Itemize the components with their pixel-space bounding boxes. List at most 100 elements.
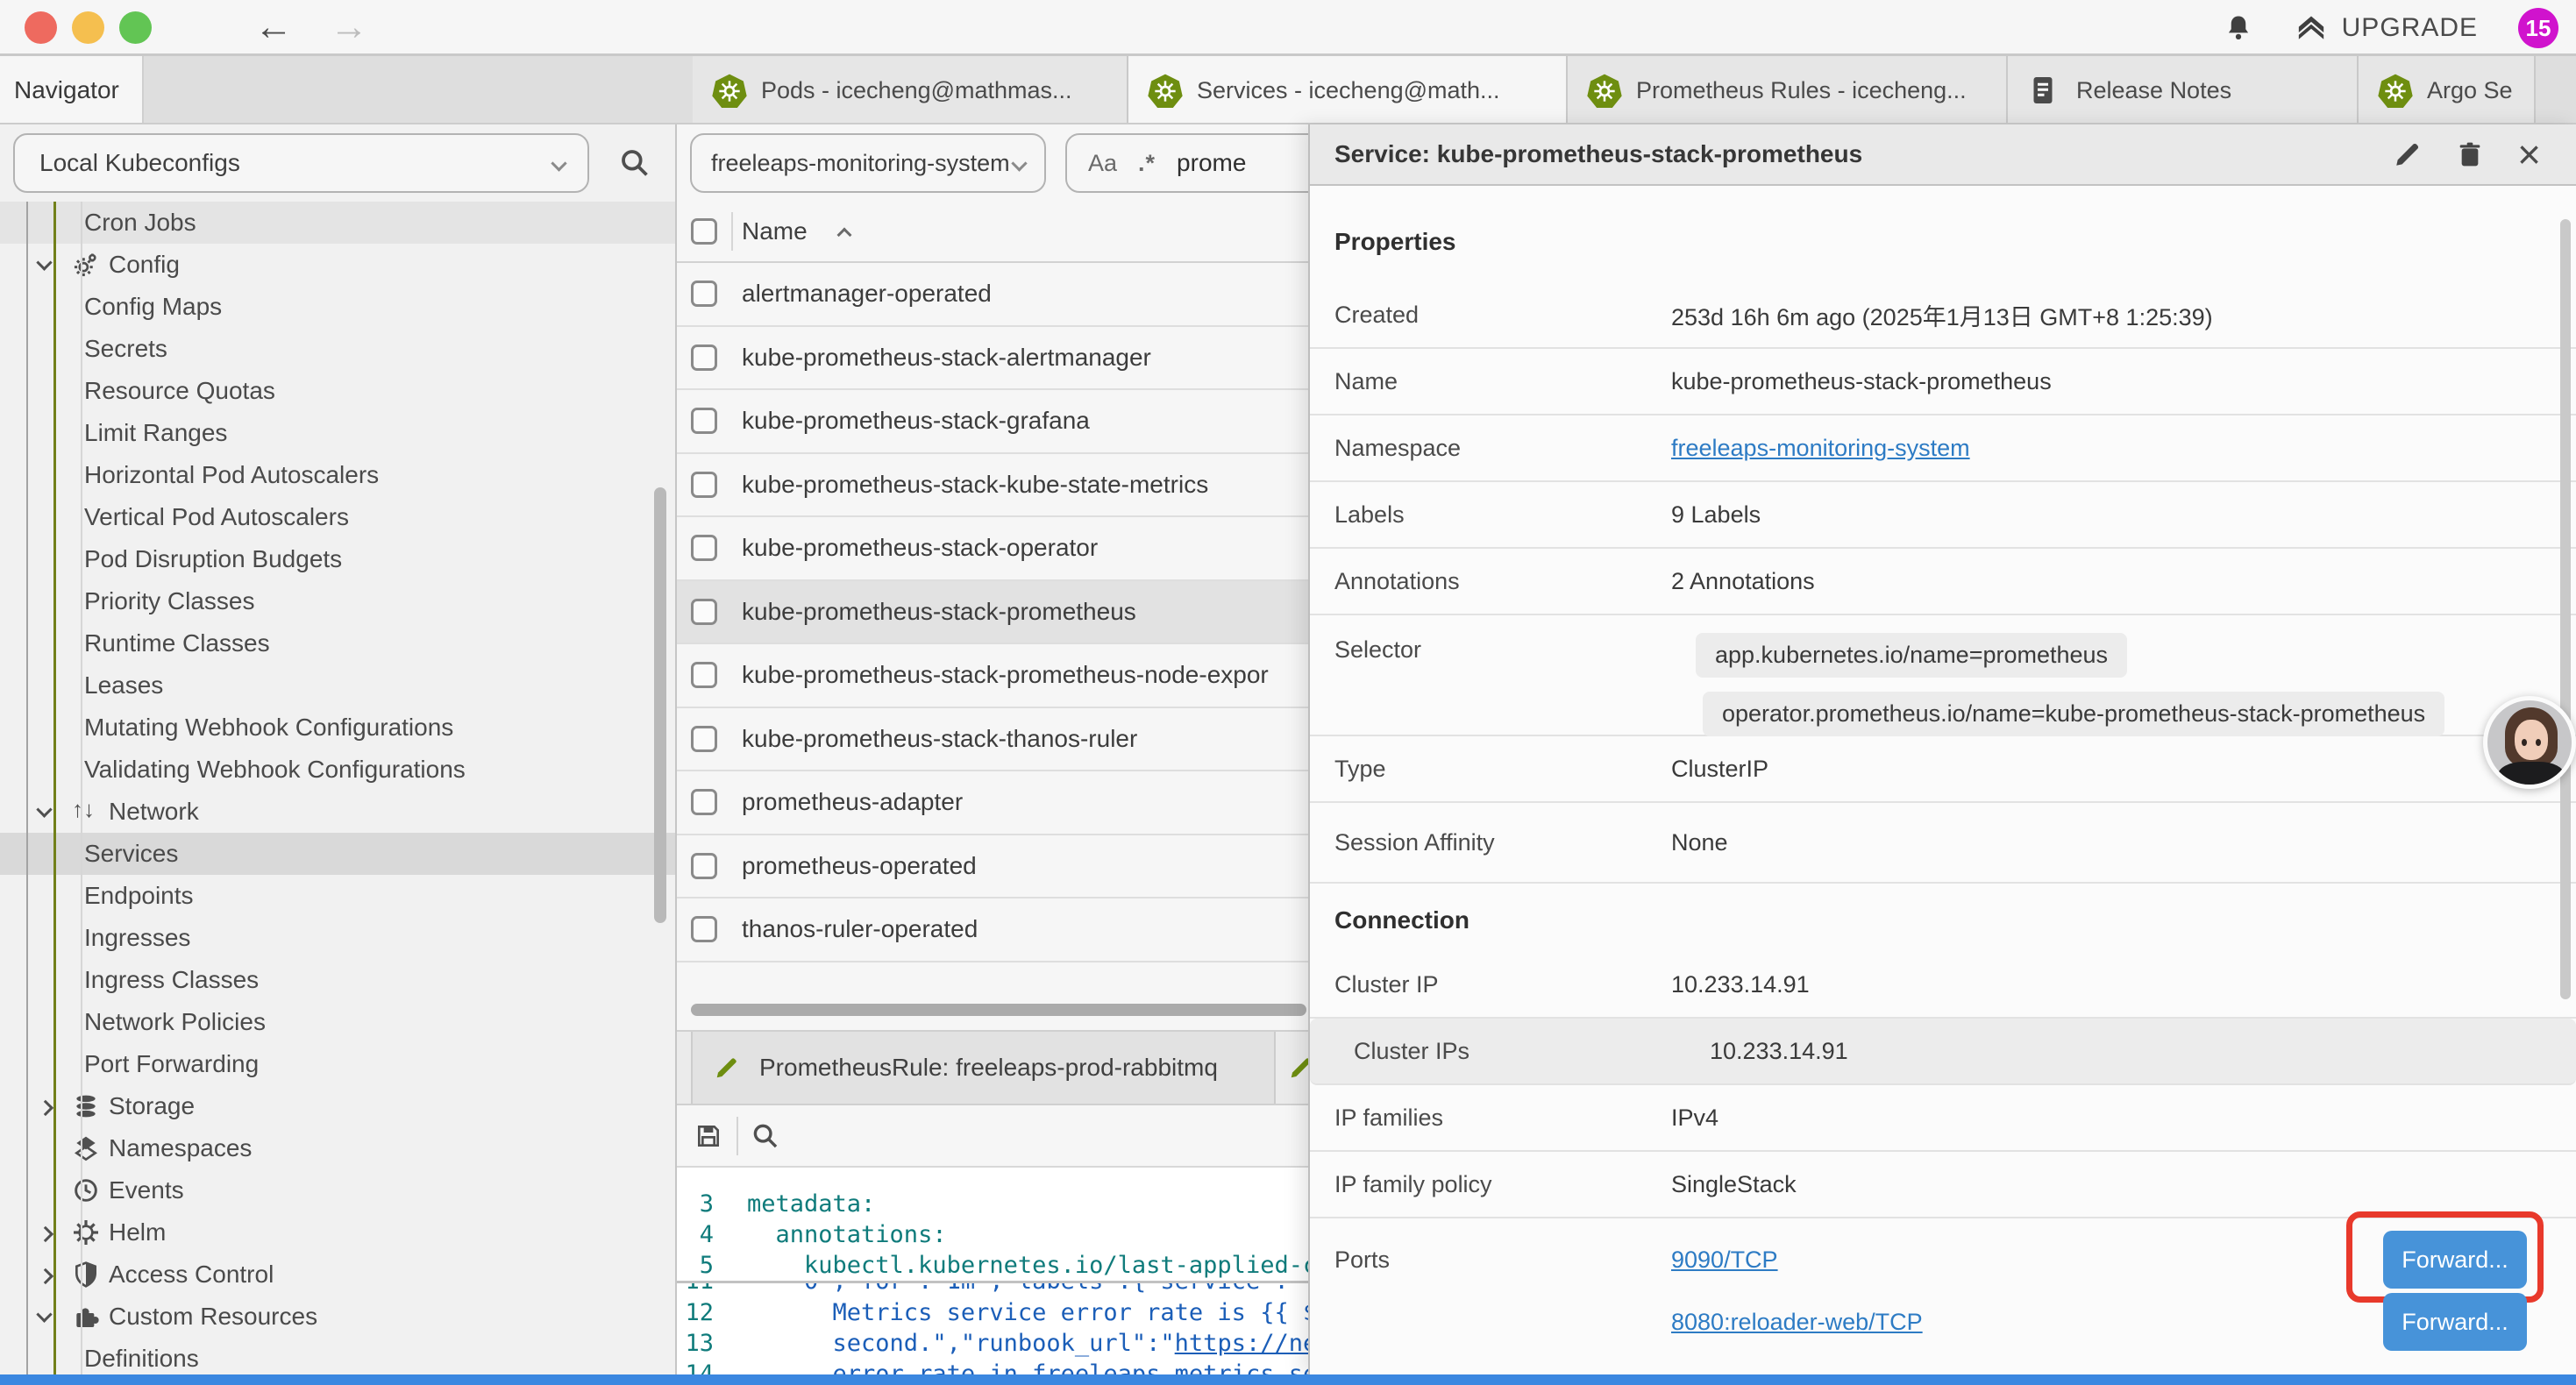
sidebar-item[interactable]: ↑↓ Runtime Classes (0, 622, 675, 664)
sidebar-item[interactable]: ↑↓ Endpoints (0, 875, 675, 917)
sidebar-item[interactable]: ↑↓ Helm (0, 1211, 675, 1254)
forward-button[interactable]: Forward... (2383, 1293, 2527, 1351)
sidebar-item[interactable]: ↑↓ Ingresses (0, 917, 675, 959)
close-window-button[interactable] (25, 11, 57, 44)
sidebar-item[interactable]: ↑↓ Horizontal Pod Autoscalers (0, 454, 675, 496)
drawer-scrollbar[interactable] (2560, 219, 2571, 999)
app-tab[interactable]: Pods - icecheng@mathmas... (693, 56, 1128, 124)
sidebar-item[interactable]: ↑↓ Validating Webhook Configurations (0, 749, 675, 791)
table-row[interactable]: kube-prometheus-stack-prometheus-node-ex… (677, 644, 1352, 708)
sort-ascending-icon[interactable] (836, 228, 851, 243)
row-checkbox[interactable] (691, 472, 717, 498)
sidebar-item[interactable]: ↑↓ Access Control (0, 1254, 675, 1296)
sidebar-item[interactable]: ↑↓ Vertical Pod Autoscalers (0, 496, 675, 538)
window-accent-bar (0, 1374, 2576, 1385)
sidebar-item[interactable]: ↑↓ Services (0, 833, 675, 875)
namespace-selector[interactable]: freeleaps-monitoring-system (690, 133, 1046, 193)
sidebar-item-label: Priority Classes (84, 587, 254, 615)
app-tab[interactable]: Prometheus Rules - icecheng... (1568, 56, 2008, 124)
sidebar-item[interactable]: ↑↓ Network Policies (0, 1001, 675, 1043)
upgrade-button[interactable]: UPGRADE (2295, 13, 2478, 43)
sidebar-item[interactable]: ↑↓ Cron Jobs (0, 202, 675, 244)
port-link[interactable]: 9090/TCP (1671, 1246, 1778, 1274)
sidebar-item[interactable]: ↑↓ Network (0, 791, 675, 833)
row-checkbox[interactable] (691, 726, 717, 752)
port-link[interactable]: 8080:reloader-web/TCP (1671, 1309, 1923, 1336)
sidebar-item[interactable]: ↑↓ Priority Classes (0, 580, 675, 622)
sidebar-item[interactable]: ↑↓ Definitions (0, 1338, 675, 1374)
table-row[interactable]: kube-prometheus-stack-kube-state-metrics (677, 454, 1352, 518)
table-row[interactable]: kube-prometheus-stack-alertmanager (677, 327, 1352, 391)
sidebar-item[interactable]: ↑↓ Mutating Webhook Configurations (0, 707, 675, 749)
yaml-editor[interactable]: 3 metadata: 4 annotations: 5 kubectl.kub (677, 1168, 1352, 1374)
kubeconfig-selector[interactable]: Local Kubeconfigs (13, 133, 589, 193)
expand-chevron-icon[interactable] (38, 1268, 53, 1283)
expand-chevron-icon[interactable] (36, 254, 52, 270)
row-checkbox[interactable] (691, 408, 717, 434)
pencil-icon (714, 1055, 740, 1081)
services-panel: freeleaps-monitoring-system Aa .* Name a… (677, 124, 1352, 1374)
row-checkbox[interactable] (691, 853, 717, 879)
table-row[interactable]: kube-prometheus-stack-grafana (677, 390, 1352, 454)
minimize-window-button[interactable] (72, 11, 104, 44)
row-checkbox[interactable] (691, 535, 717, 561)
sidebar-item[interactable]: ↑↓ Resource Quotas (0, 370, 675, 412)
sidebar-item[interactable]: ↑↓ Namespaces (0, 1127, 675, 1169)
row-checkbox[interactable] (691, 599, 717, 625)
edit-pencil-icon[interactable] (2393, 139, 2423, 169)
row-checkbox[interactable] (691, 344, 717, 371)
row-checkbox[interactable] (691, 916, 717, 942)
match-case-toggle[interactable]: Aa (1088, 150, 1117, 177)
zoom-window-button[interactable] (119, 11, 152, 44)
save-icon[interactable] (694, 1122, 722, 1150)
sidebar-item[interactable]: ↑↓ Pod Disruption Budgets (0, 538, 675, 580)
sidebar-item[interactable]: ↑↓ Custom Resources (0, 1296, 675, 1338)
sidebar-item[interactable]: ↑↓ Port Forwarding (0, 1043, 675, 1085)
table-row[interactable]: thanos-ruler-operated (677, 898, 1352, 962)
tree-indent-guide (26, 202, 28, 1374)
sidebar-item[interactable]: ↑↓ Leases (0, 664, 675, 707)
table-row[interactable]: kube-prometheus-stack-prometheus (677, 581, 1352, 645)
select-all-checkbox[interactable] (691, 218, 717, 245)
sidebar-item[interactable]: ↑↓ Storage (0, 1085, 675, 1127)
sidebar-item[interactable]: ↑↓ Config Maps (0, 286, 675, 328)
bell-icon[interactable] (2223, 12, 2254, 44)
editor-search-icon[interactable] (751, 1121, 780, 1151)
table-row[interactable]: prometheus-adapter (677, 771, 1352, 835)
row-checkbox[interactable] (691, 662, 717, 688)
search-input[interactable] (1177, 149, 1308, 177)
row-checkbox[interactable] (691, 789, 717, 815)
navigator-panel-tab[interactable]: Navigator (0, 56, 144, 124)
table-row[interactable]: kube-prometheus-stack-operator (677, 517, 1352, 581)
horizontal-scrollbar[interactable] (691, 1004, 1306, 1016)
sidebar-item[interactable]: ↑↓ Secrets (0, 328, 675, 370)
sidebar-item-label: Limit Ranges (84, 419, 227, 447)
table-row[interactable]: prometheus-operated (677, 835, 1352, 899)
delete-trash-icon[interactable] (2456, 139, 2484, 169)
expand-chevron-icon[interactable] (38, 1099, 53, 1115)
regex-toggle[interactable]: .* (1138, 150, 1156, 177)
app-tab[interactable]: Services - icecheng@math... × (1128, 56, 1568, 124)
app-tab[interactable]: Argo Se (2359, 56, 2536, 124)
sidebar-item[interactable]: ↑↓ Ingress Classes (0, 959, 675, 1001)
editor-tab[interactable]: PrometheusRule: freeleaps-prod-rabbitmq (691, 1032, 1276, 1104)
row-checkbox[interactable] (691, 281, 717, 307)
close-drawer-icon[interactable]: × (2517, 134, 2541, 174)
table-row[interactable]: kube-prometheus-stack-thanos-ruler (677, 708, 1352, 772)
sidebar-item[interactable]: ↑↓ Config (0, 244, 675, 286)
sidebar-item[interactable]: ↑↓ Limit Ranges (0, 412, 675, 454)
avatar[interactable] (2483, 696, 2576, 789)
sidebar-item[interactable]: ↑↓ Events (0, 1169, 675, 1211)
expand-chevron-icon[interactable] (36, 1306, 52, 1322)
expand-chevron-icon[interactable] (36, 801, 52, 817)
back-arrow-icon[interactable]: ← (254, 5, 293, 49)
sidebar-scrollbar[interactable] (654, 487, 666, 923)
forward-button[interactable]: Forward... (2383, 1231, 2527, 1289)
name-column-header[interactable]: Name (742, 217, 808, 245)
table-row[interactable]: alertmanager-operated (677, 263, 1352, 327)
notification-badge[interactable]: 15 (2518, 8, 2558, 48)
sidebar-search-icon[interactable] (612, 140, 658, 186)
app-tab[interactable]: Release Notes (2008, 56, 2359, 124)
service-name: prometheus-adapter (742, 788, 963, 816)
expand-chevron-icon[interactable] (38, 1225, 53, 1241)
